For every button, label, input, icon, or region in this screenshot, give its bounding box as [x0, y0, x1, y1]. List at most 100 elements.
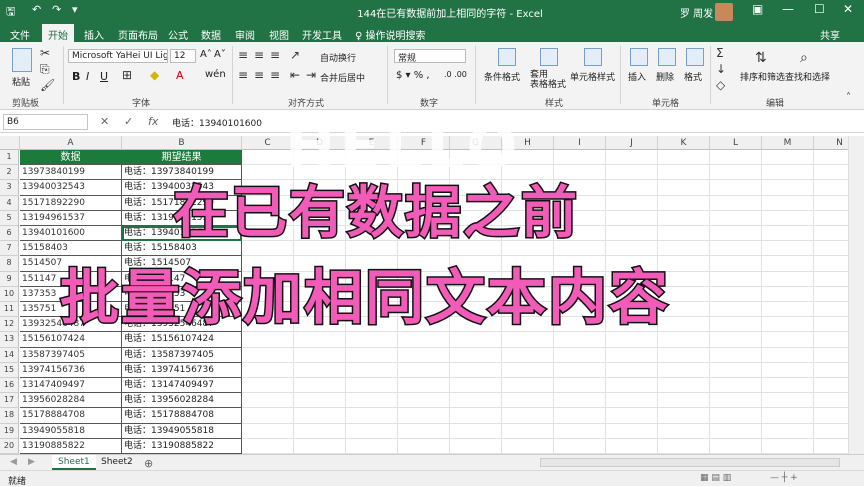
- empty-cell[interactable]: [814, 332, 848, 348]
- result-cell[interactable]: 电话：13949055818: [122, 423, 242, 439]
- row-header[interactable]: 18: [0, 408, 19, 424]
- minimize-button[interactable]: —: [782, 2, 794, 16]
- empty-cell[interactable]: [710, 332, 762, 348]
- empty-cell[interactable]: [606, 226, 658, 242]
- empty-cell[interactable]: [294, 378, 346, 394]
- tab-developer[interactable]: 开发工具: [302, 27, 342, 42]
- empty-cell[interactable]: [658, 150, 710, 166]
- empty-cell[interactable]: [502, 347, 554, 363]
- share-button[interactable]: 共享: [820, 27, 840, 42]
- orientation-icon[interactable]: ↗: [290, 48, 300, 62]
- empty-cell[interactable]: [502, 408, 554, 424]
- empty-cell[interactable]: [814, 196, 848, 211]
- empty-cell[interactable]: [606, 347, 658, 363]
- undo-icon[interactable]: ↶: [32, 3, 41, 16]
- empty-cell[interactable]: [606, 165, 658, 181]
- empty-cell[interactable]: [658, 210, 710, 226]
- empty-cell[interactable]: [554, 378, 606, 394]
- empty-cell[interactable]: [710, 226, 762, 242]
- empty-cell[interactable]: [814, 256, 848, 272]
- empty-cell[interactable]: [554, 347, 606, 363]
- empty-cell[interactable]: [658, 165, 710, 181]
- sheet-tab-2[interactable]: Sheet2: [95, 455, 139, 470]
- wrap-text-button[interactable]: 自动换行: [320, 51, 356, 64]
- vertical-scrollbar[interactable]: [848, 136, 864, 454]
- result-cell[interactable]: 电话：13956028284: [122, 393, 242, 409]
- maximize-button[interactable]: ☐: [814, 2, 825, 16]
- data-cell[interactable]: 15178884708: [20, 408, 122, 424]
- data-cell[interactable]: 13974156736: [20, 362, 122, 378]
- format-painter-icon[interactable]: 🖌: [40, 78, 55, 92]
- empty-cell[interactable]: [814, 439, 848, 454]
- empty-cell[interactable]: [346, 393, 398, 409]
- row-header[interactable]: 11: [0, 302, 19, 318]
- tab-view[interactable]: 视图: [269, 27, 289, 42]
- empty-cell[interactable]: [398, 438, 450, 454]
- empty-cell[interactable]: [762, 180, 814, 196]
- empty-cell[interactable]: [658, 226, 710, 242]
- empty-cell[interactable]: [502, 393, 554, 409]
- tell-me-search[interactable]: ♀ 操作说明搜索: [355, 27, 426, 42]
- select-all-corner[interactable]: [0, 136, 20, 150]
- sort-filter-button[interactable]: 排序和筛选: [740, 70, 785, 83]
- empty-cell[interactable]: [346, 362, 398, 378]
- conditional-format-button[interactable]: 条件格式: [484, 70, 520, 83]
- empty-cell[interactable]: [450, 423, 502, 439]
- empty-cell[interactable]: [710, 271, 762, 287]
- top-align-icon[interactable]: ≡: [238, 48, 248, 62]
- empty-cell[interactable]: [762, 423, 814, 439]
- empty-cell[interactable]: [346, 438, 398, 454]
- empty-cell[interactable]: [814, 180, 848, 196]
- decrease-font-icon[interactable]: A˅: [214, 49, 226, 60]
- empty-cell[interactable]: [814, 241, 848, 257]
- empty-cell[interactable]: [710, 408, 762, 424]
- empty-cell[interactable]: [814, 424, 848, 439]
- tab-formulas[interactable]: 公式: [168, 27, 188, 42]
- row-header[interactable]: 12: [0, 317, 19, 333]
- result-cell[interactable]: 电话：15178884708: [122, 408, 242, 424]
- row-header[interactable]: 2: [0, 165, 19, 181]
- indent-icon[interactable]: ⇤: [290, 68, 300, 82]
- empty-cell[interactable]: [242, 408, 294, 424]
- empty-cell[interactable]: [762, 165, 814, 181]
- format-cells-button[interactable]: 格式: [684, 70, 702, 83]
- redo-icon[interactable]: ↷: [52, 3, 61, 16]
- empty-cell[interactable]: [242, 423, 294, 439]
- empty-cell[interactable]: [658, 180, 710, 196]
- find-select-icon[interactable]: ⌕: [800, 50, 808, 66]
- save-icon[interactable]: 🖫: [6, 3, 15, 22]
- tab-review[interactable]: 审阅: [235, 27, 255, 42]
- empty-cell[interactable]: [710, 317, 762, 333]
- customize-toolbar-icon[interactable]: ▾: [72, 3, 78, 16]
- column-header-l[interactable]: L: [710, 136, 762, 150]
- empty-cell[interactable]: [814, 302, 848, 318]
- row-header[interactable]: 9: [0, 271, 19, 287]
- sort-filter-icon[interactable]: ⇅: [755, 50, 767, 66]
- empty-cell[interactable]: [762, 332, 814, 348]
- row-header[interactable]: 19: [0, 423, 19, 439]
- formula-input[interactable]: 电话：13940101600: [172, 116, 262, 129]
- empty-cell[interactable]: [606, 150, 658, 166]
- empty-cell[interactable]: [710, 438, 762, 454]
- empty-cell[interactable]: [398, 362, 450, 378]
- column-header-j[interactable]: J: [606, 136, 658, 150]
- increase-font-icon[interactable]: A˄: [200, 49, 212, 60]
- next-sheet-icon[interactable]: ▶: [22, 455, 41, 470]
- horizontal-scrollbar[interactable]: [540, 458, 840, 467]
- row-header[interactable]: 3: [0, 180, 19, 196]
- tab-file[interactable]: 文件: [10, 27, 30, 42]
- autosum-icon[interactable]: Σ: [716, 46, 724, 60]
- empty-cell[interactable]: [710, 362, 762, 378]
- row-header[interactable]: 15: [0, 362, 19, 378]
- empty-cell[interactable]: [762, 150, 814, 166]
- copy-icon[interactable]: ⎘: [40, 62, 50, 77]
- empty-cell[interactable]: [814, 165, 848, 181]
- result-cell[interactable]: 电话：13147409497: [122, 378, 242, 394]
- prev-sheet-icon[interactable]: ◀: [4, 455, 23, 470]
- tab-page-layout[interactable]: 页面布局: [118, 27, 158, 42]
- row-header[interactable]: 17: [0, 393, 19, 409]
- empty-cell[interactable]: [814, 317, 848, 333]
- row-header[interactable]: 13: [0, 332, 19, 348]
- empty-cell[interactable]: [814, 272, 848, 287]
- decimal-icon[interactable]: .0 .00: [444, 70, 467, 79]
